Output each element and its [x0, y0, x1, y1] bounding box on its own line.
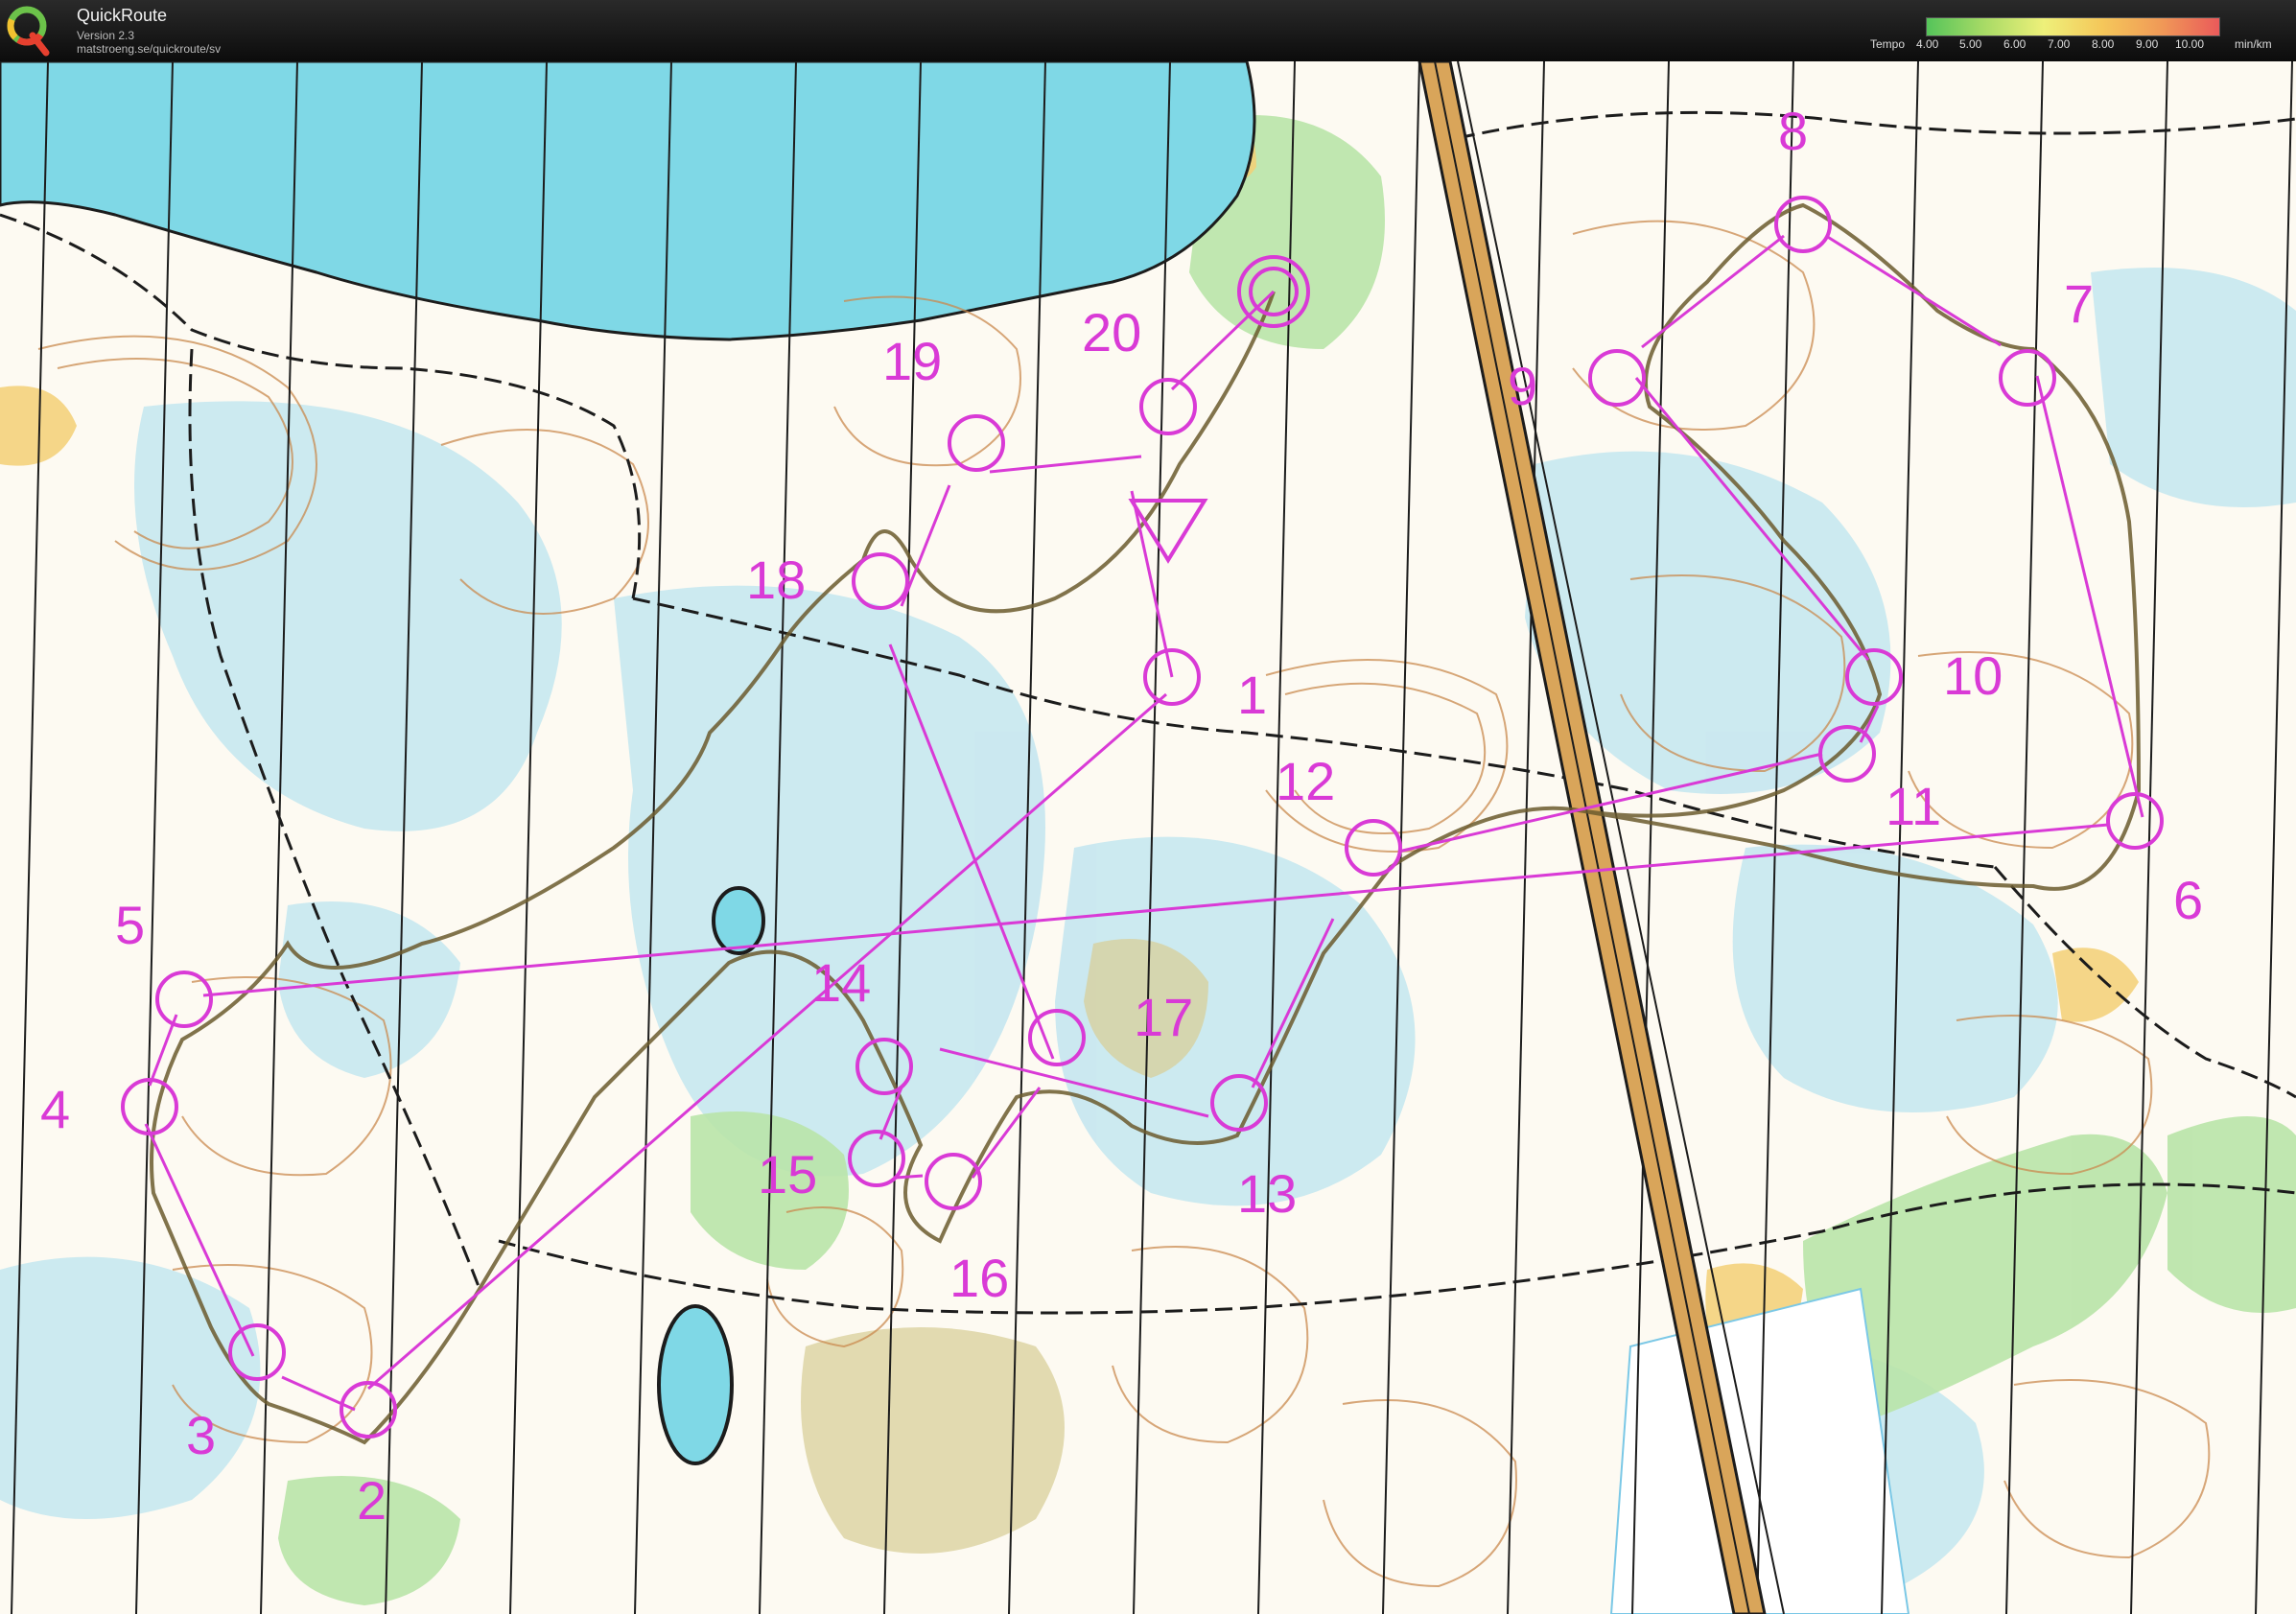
tempo-tick: 6.00 [2003, 37, 2027, 51]
control-number-5: 5 [115, 895, 145, 955]
control-number-11: 11 [1886, 776, 1941, 836]
control-number-6: 6 [2173, 870, 2203, 930]
control-number-10: 10 [1943, 645, 2003, 706]
control-number-16: 16 [949, 1248, 1009, 1308]
app-url: matstroeng.se/quickroute/sv [77, 42, 222, 56]
control-number-20: 20 [1082, 302, 1141, 363]
quickroute-logo-icon [7, 6, 50, 57]
tempo-unit: min/km [2235, 37, 2272, 51]
title-bar: QuickRoute Version 2.3 matstroeng.se/qui… [0, 0, 2296, 61]
control-number-13: 13 [1237, 1163, 1297, 1224]
tempo-tick: 9.00 [2136, 37, 2159, 51]
app-version: Version 2.3 [77, 29, 135, 42]
control-number-12: 12 [1276, 751, 1335, 811]
control-number-8: 8 [1778, 101, 1808, 161]
control-number-2: 2 [357, 1470, 387, 1531]
tempo-color-scale [1926, 17, 2220, 36]
pond-south [657, 1304, 734, 1465]
control-number-14: 14 [811, 952, 871, 1013]
tempo-tick: 4.00 [1916, 37, 1939, 51]
tempo-tick: 5.00 [1959, 37, 1982, 51]
orienteering-map[interactable]: 1 2 3 4 5 6 7 8 9 10 11 12 13 14 15 16 1… [0, 61, 2296, 1614]
control-number-1: 1 [1237, 665, 1267, 725]
app-title: QuickRoute [77, 6, 168, 25]
tempo-tick: 10.00 [2175, 37, 2205, 51]
pond-central [712, 886, 765, 955]
tempo-tick: 8.00 [2092, 37, 2115, 51]
control-number-19: 19 [882, 331, 942, 391]
tempo-tick: 7.00 [2048, 37, 2071, 51]
control-number-7: 7 [2064, 273, 2094, 334]
control-number-4: 4 [40, 1079, 70, 1139]
control-number-17: 17 [1134, 987, 1193, 1047]
map-canvas[interactable]: 1 2 3 4 5 6 7 8 9 10 11 12 13 14 15 16 1… [0, 61, 2296, 1614]
control-number-18: 18 [746, 550, 806, 610]
control-number-15: 15 [758, 1144, 817, 1205]
tempo-label: Tempo [1870, 37, 1906, 51]
control-number-3: 3 [186, 1405, 216, 1465]
control-number-9: 9 [1508, 356, 1537, 416]
